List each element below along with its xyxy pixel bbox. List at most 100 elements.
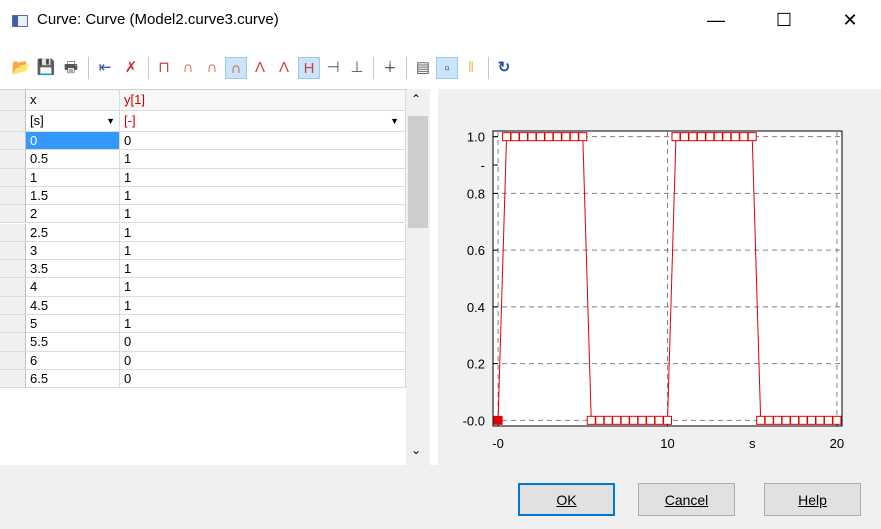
table-cell-y1[interactable]: 1: [120, 315, 406, 334]
table-cell-x[interactable]: 1: [26, 168, 120, 187]
row-header[interactable]: [0, 205, 26, 224]
extrapolate-periodic-icon[interactable]: ⊥: [346, 57, 368, 79]
row-header[interactable]: [0, 186, 26, 206]
table-cell-x[interactable]: 6.5: [26, 369, 120, 389]
minimize-button[interactable]: —: [693, 0, 739, 40]
curve-point: [756, 415, 766, 425]
table-cell-y1[interactable]: 1: [120, 150, 406, 169]
curve-point: [510, 132, 520, 142]
curve-point: [815, 415, 825, 425]
row-header[interactable]: [0, 223, 26, 242]
show-points-icon[interactable]: ▫: [436, 57, 458, 79]
interp-akima-icon[interactable]: Λ: [249, 57, 271, 79]
y-tick-label: -: [481, 158, 485, 173]
curve-point: [713, 132, 723, 142]
table-cell-y1[interactable]: 0: [120, 132, 406, 151]
table-cell-y1[interactable]: 1: [120, 278, 406, 297]
dropdown-arrow-icon: ▼: [390, 116, 399, 126]
row-header[interactable]: [0, 260, 26, 279]
interp-smooth-icon[interactable]: ∩: [225, 57, 247, 79]
table-cell-x[interactable]: 5.5: [26, 333, 120, 352]
toolbar-separator: [373, 57, 374, 79]
interp-fritsch-icon[interactable]: Λ: [273, 57, 295, 79]
table-cell-x[interactable]: 2: [26, 205, 120, 224]
row-header[interactable]: [0, 351, 26, 370]
curve-point: [798, 415, 808, 425]
table-cell-y1[interactable]: 1: [120, 168, 406, 187]
table-cell-y1[interactable]: 0: [120, 369, 406, 389]
scroll-up-icon[interactable]: ⌃: [411, 92, 421, 106]
row-header[interactable]: [0, 241, 26, 261]
interp-step-icon[interactable]: ⊓: [153, 57, 175, 79]
row-header[interactable]: [0, 333, 26, 352]
x-tick-label: 10: [660, 436, 674, 451]
unit-dropdown-x[interactable]: [s] ▼: [26, 111, 120, 132]
table-cell-x[interactable]: 3.5: [26, 260, 120, 279]
table-cell-x[interactable]: 4.5: [26, 296, 120, 315]
table-cell-x[interactable]: 0: [26, 132, 120, 151]
unit-dropdown-y1[interactable]: [-] ▼: [120, 111, 406, 132]
curve-point: [679, 132, 689, 142]
scroll-down-icon[interactable]: ⌄: [411, 443, 421, 457]
table-cell-y1[interactable]: 1: [120, 205, 406, 224]
close-button[interactable]: ✕: [827, 0, 873, 40]
column-header-x[interactable]: x: [26, 90, 120, 111]
y-tick-label: -0.0: [463, 413, 485, 428]
row-header[interactable]: [0, 369, 26, 389]
reload-icon[interactable]: ↻: [493, 57, 515, 79]
table-cell-x[interactable]: 6: [26, 351, 120, 370]
interp-linear-icon[interactable]: ∩: [177, 57, 199, 79]
save-icon[interactable]: 💾: [35, 57, 57, 79]
interp-spline-icon[interactable]: ∩: [201, 57, 223, 79]
table-cell-x[interactable]: 5: [26, 315, 120, 334]
table-cell-y1[interactable]: 1: [120, 260, 406, 279]
open-icon[interactable]: 📂: [10, 57, 32, 79]
curve-point: [747, 132, 757, 142]
row-header: [0, 111, 26, 132]
toolbar-separator: [488, 57, 489, 79]
table-cell-y1[interactable]: 1: [120, 296, 406, 315]
table-cell-x[interactable]: 1.5: [26, 186, 120, 206]
data-table: x y[1] [s] ▼ [-] ▼ 0 0 0.5 1 1 1 1.5 1 2 1 2.5 1 3 1 3…: [0, 89, 430, 466]
table-cell-y1[interactable]: 0: [120, 333, 406, 352]
extrapolate-linear-icon[interactable]: ⊣: [322, 57, 344, 79]
column-header-y1[interactable]: y[1]: [120, 90, 406, 111]
table-cell-y1[interactable]: 1: [120, 241, 406, 261]
row-header[interactable]: [0, 150, 26, 169]
extrapolate-none-icon[interactable]: ∔: [379, 57, 401, 79]
row-header[interactable]: [0, 168, 26, 187]
table-cell-x[interactable]: 2.5: [26, 223, 120, 242]
help-button[interactable]: Help: [764, 483, 861, 516]
x-tick-label: 20: [830, 436, 844, 451]
curve-point: [722, 132, 732, 142]
table-cell-x[interactable]: 0.5: [26, 150, 120, 169]
scroll-thumb[interactable]: [408, 116, 428, 228]
table-cell-x[interactable]: 3: [26, 241, 120, 261]
ok-button[interactable]: OK: [518, 483, 615, 516]
table-view-icon[interactable]: ▤: [412, 57, 434, 79]
x-tick-label: -0: [492, 436, 504, 451]
curve-point: [646, 415, 656, 425]
curve-point: [629, 415, 639, 425]
row-header[interactable]: [0, 296, 26, 315]
toolbar: 📂 💾 🖶 ⇤ ✗ ⊓ ∩ ∩ ∩ Λ Λ H ⊣ ⊥ ∔ ▤ ▫ ‖ ↻: [0, 51, 881, 87]
row-header[interactable]: [0, 315, 26, 334]
maximize-button[interactable]: ☐: [761, 0, 807, 40]
table-cell-y1[interactable]: 1: [120, 186, 406, 206]
table-cell-x[interactable]: 4: [26, 278, 120, 297]
delete-row-icon[interactable]: ✗: [120, 57, 142, 79]
insert-row-icon[interactable]: ⇤: [94, 57, 116, 79]
curve-point: [823, 415, 833, 425]
table-cell-y1[interactable]: 0: [120, 351, 406, 370]
curve-point: [663, 415, 672, 425]
table-cell-y1[interactable]: 1: [120, 223, 406, 242]
toolbar-separator: [88, 57, 89, 79]
row-header[interactable]: [0, 278, 26, 297]
cancel-button[interactable]: Cancel: [638, 483, 735, 516]
extrapolate-hold-icon[interactable]: H: [298, 57, 320, 79]
row-header[interactable]: [0, 132, 26, 151]
maximize-icon: ☐: [775, 9, 793, 30]
print-icon[interactable]: 🖶: [60, 57, 82, 79]
columns-icon[interactable]: ‖: [460, 57, 482, 79]
curve-plot[interactable]: 1.0 - 0.8 0.6 0.4 0.2 -0.0 -0 10 s 20: [438, 89, 881, 465]
